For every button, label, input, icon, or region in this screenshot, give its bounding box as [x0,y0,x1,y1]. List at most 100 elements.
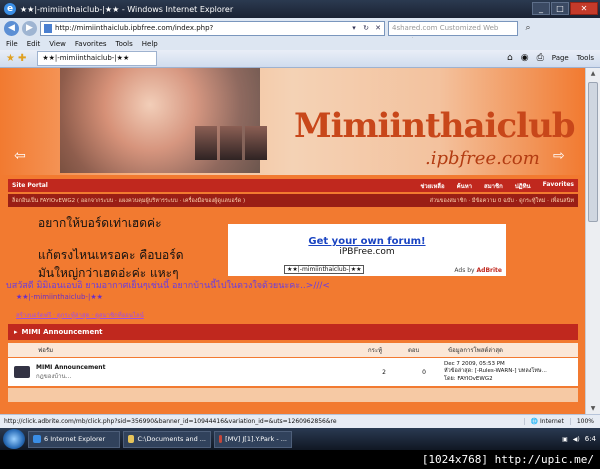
close-button[interactable]: ✕ [570,2,598,15]
media-icon [219,435,223,443]
tools-menu[interactable]: Tools [577,54,594,62]
address-bar[interactable]: http://mimiinthaiclub.ipbfree.com/index.… [40,20,385,36]
menu-help[interactable]: Help [142,40,158,48]
back-button[interactable]: ◀ [4,20,19,36]
menu-favorites[interactable]: Favorites [75,40,107,48]
feeds-icon[interactable]: ◉ [521,53,529,63]
category-title[interactable]: MIMI Announcement [22,328,103,336]
taskbar-item-ie[interactable]: 6 Internet Explorer [28,430,120,448]
member-links[interactable]: ส่วนของสมาชิก · มีข้อความ 0 ฉบับ · ดูกระ… [430,197,574,205]
system-tray: ▣ ◀) 6:4 [562,435,600,443]
left-arrow-icon: ⇦ [14,148,26,164]
category-footer [8,388,578,402]
maximize-button[interactable]: □ [551,2,569,15]
internet-zone: 🌐 Internet [523,418,570,425]
network-icon[interactable]: ▣ [562,436,568,443]
taskbar-item-label: 6 Internet Explorer [44,435,106,443]
col-forum: ฟอรัม [38,347,54,354]
minimize-button[interactable]: _ [532,2,550,15]
clock[interactable]: 6:4 [585,435,596,443]
right-arrow-icon: ⇨ [553,148,565,164]
ad-tooltip: ★★|-mimiinthaiclub-|★★ [284,265,365,274]
folder-icon [128,435,135,443]
forum-name-link[interactable]: MIMI Announcement [36,364,364,371]
overlay-text-line1: อยากให้บอร์ดเท่าเฮดค่ะ [38,216,162,230]
globe-icon: 🌐 [530,418,539,425]
table-row: MIMI Announcement กฎของบ้าน... 2 0 Dec 7… [8,358,578,386]
forward-button[interactable]: ▶ [22,20,37,36]
refresh-icon[interactable]: ↻ [360,24,372,32]
status-bar: http://click.adbrite.com/mb/click.php?si… [0,414,600,428]
nav-calendar-link[interactable]: ปฏิทิน [515,181,531,191]
top-nav-bar: Site Portal ช่วยเหลือ ค้นหา สมาชิก ปฏิทิ… [8,179,578,192]
last-post-topic-link[interactable]: หัวข้อล่าสุด: [-Rules-WARN-] บทลงโทษ... [444,367,578,375]
ie-icon [33,435,41,443]
taskbar-item-label: C:\Documents and ... [137,435,206,443]
site-logo: Mimiinthaiclub [294,106,576,146]
quick-links[interactable]: สร้างบอร์ดฟรี · ดูกระทู้ล่าสุด · ดูสมาชิ… [16,310,144,320]
menu-view[interactable]: View [49,40,66,48]
login-status[interactable]: ล็อกอินเป็น FAYIOvEWG2 ( ออกจากระบบ · แผ… [12,197,245,205]
forum-topics-count: 2 [382,368,386,376]
taskbar: 6 Internet Explorer C:\Documents and ...… [0,428,600,450]
status-url: http://click.adbrite.com/mb/click.php?si… [4,418,337,425]
scroll-up-icon[interactable]: ▲ [588,70,598,77]
collapse-icon[interactable]: ▸ [14,328,18,336]
banner-thumbnail [220,126,242,160]
col-last-post: ข้อมูลการโพสต์ล่าสุด [448,347,503,354]
banner-thumbnail [195,126,217,160]
nav-favorites-link[interactable]: Favorites [543,181,574,191]
ad-attribution[interactable]: Ads by AdBrite [454,267,502,274]
menu-file[interactable]: File [6,40,18,48]
zone-label: Internet [540,418,564,425]
start-button[interactable] [3,429,25,449]
add-favorite-icon[interactable]: ✚ [18,53,26,64]
menu-bar: File Edit View Favorites Tools Help [0,38,600,50]
nav-search-link[interactable]: ค้นหา [457,181,472,191]
menu-edit[interactable]: Edit [27,40,41,48]
favorites-star-icon[interactable]: ★ [6,53,15,64]
address-url[interactable]: http://mimiinthaiclub.ipbfree.com/index.… [55,24,348,32]
print-icon[interactable]: ⎙ [537,53,544,63]
scroll-down-icon[interactable]: ▼ [588,405,598,412]
window-title-bar: e ★★|-mimiinthaiclub-|★★ - Windows Inter… [0,0,600,18]
last-post-author-link[interactable]: โดย: FAYIOvEWG2 [444,375,578,383]
vertical-scrollbar[interactable]: ▲ ▼ [585,68,600,414]
forum-description: กฎของบ้าน... [36,372,72,380]
page-content: ⇦ ⇨ Mimiinthaiclub .ipbfree.com Site Por… [0,68,585,414]
search-icon[interactable]: ⌕ [521,21,535,35]
welcome-marquee: บสวัสดี มิมิเอนเอบอิ ยามอากาศเย็นๆเช่นนี… [6,281,330,291]
tab-row: ★ ✚ ★★|-mimiinthaiclub-|★★ ⌂ ◉ ⎙ Page To… [0,50,600,68]
taskbar-item-label: [MV] J[1].Y.Park - ... [225,435,287,443]
ad-headline-link[interactable]: Get your own forum! [228,236,506,247]
window-title: ★★|-mimiinthaiclub-|★★ - Windows Interne… [20,4,234,14]
internet-explorer-icon: e [4,3,16,15]
address-toolbar: ◀ ▶ http://mimiinthaiclub.ipbfree.com/in… [0,18,600,45]
col-replies: ตอบ [408,347,420,354]
category-header[interactable]: ▸ MIMI Announcement [8,324,578,340]
volume-icon[interactable]: ◀) [573,436,580,443]
stop-icon[interactable]: ✕ [372,24,384,32]
forum-table-header: ฟอรัม กระทู้ ตอบ ข้อมูลการโพสต์ล่าสุด [8,343,578,357]
nav-members-link[interactable]: สมาชิก [484,181,503,191]
page-menu[interactable]: Page [552,54,569,62]
search-input[interactable]: 4shared.com Customized Web Search [388,20,518,45]
site-logo-subtitle: .ipbfree.com [425,148,540,169]
site-portal-link[interactable]: Site Portal [12,182,48,189]
overlay-text-line2: แก้ตรงไหนเหรอคะ คือบอร์ด [38,248,184,262]
address-dropdown-icon[interactable]: ▾ [348,24,360,32]
taskbar-item-video[interactable]: [MV] J[1].Y.Park - ... [214,430,292,448]
forum-status-icon [14,366,30,378]
zoom-level[interactable]: 100% [569,418,600,425]
scrollbar-thumb[interactable] [588,82,598,222]
menu-tools[interactable]: Tools [116,40,133,48]
col-topics: กระทู้ [368,347,383,354]
taskbar-item-explorer[interactable]: C:\Documents and ... [123,430,211,448]
home-icon[interactable]: ⌂ [507,53,513,63]
user-bar: ล็อกอินเป็น FAYIOvEWG2 ( ออกจากระบบ · แผ… [8,194,578,207]
nav-help-link[interactable]: ช่วยเหลือ [420,181,444,191]
forum-replies-count: 0 [422,368,426,376]
tab-current[interactable]: ★★|-mimiinthaiclub-|★★ [37,51,158,66]
breadcrumb[interactable]: ★★|-mimiinthaiclub-|★★ [16,293,103,301]
ad-box[interactable]: Get your own forum! iPBFree.com Ads by A… [228,224,506,276]
